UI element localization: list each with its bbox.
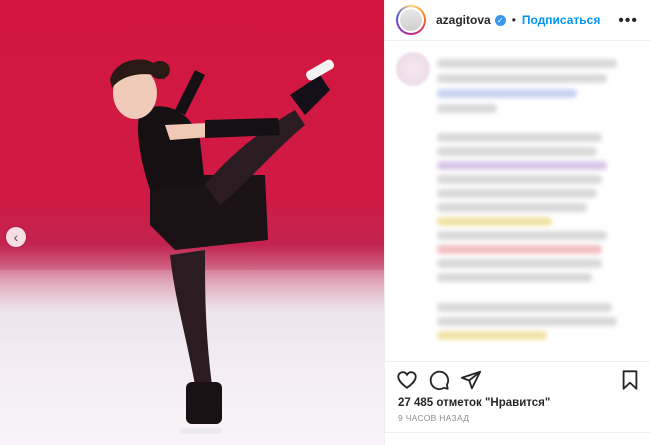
skater-figure xyxy=(110,59,335,434)
post-timestamp[interactable]: 9 ЧАСОВ НАЗАД xyxy=(398,413,469,423)
post-dialog: ‹ azagitova ✓ • Подписаться ••• 27 485 о… xyxy=(0,0,650,445)
likes-count[interactable]: 27 485 отметок "Нравится" xyxy=(398,397,550,409)
blurred-text-line xyxy=(437,147,597,156)
blurred-text-line xyxy=(437,217,552,226)
divider xyxy=(385,432,650,433)
blurred-text-line xyxy=(437,259,602,268)
heart-icon[interactable] xyxy=(396,369,418,391)
follow-button[interactable]: Подписаться xyxy=(522,13,600,27)
paper-plane-icon[interactable] xyxy=(460,369,482,391)
caption-avatar xyxy=(396,52,430,86)
blurred-text-line xyxy=(437,273,592,282)
blurred-text-line xyxy=(437,203,587,212)
blurred-text-line xyxy=(437,317,617,326)
blurred-text-line xyxy=(437,59,617,68)
post-actions-bar xyxy=(385,361,650,402)
avatar-image xyxy=(400,9,422,31)
carousel-prev-button[interactable]: ‹ xyxy=(6,227,26,247)
blurred-text-line xyxy=(437,175,602,184)
avatar-inner-ring xyxy=(398,7,424,33)
separator-dot: • xyxy=(511,13,516,27)
blurred-text-line xyxy=(437,104,497,113)
blurred-text-line xyxy=(437,303,612,312)
avatar[interactable] xyxy=(396,5,426,35)
blurred-text-line xyxy=(437,231,607,240)
post-header: azagitova ✓ • Подписаться ••• xyxy=(385,0,650,41)
blurred-text-line xyxy=(437,331,547,340)
blurred-text-line xyxy=(437,89,577,98)
post-photo[interactable]: ‹ xyxy=(0,0,384,445)
more-options-icon[interactable]: ••• xyxy=(618,12,638,30)
blurred-text-line xyxy=(437,189,597,198)
username-link[interactable]: azagitova xyxy=(436,13,491,27)
blurred-text-line xyxy=(437,74,607,83)
blurred-text-line xyxy=(437,161,607,170)
verified-badge-icon: ✓ xyxy=(494,14,506,26)
bookmark-icon[interactable] xyxy=(619,369,641,391)
blurred-text-line xyxy=(437,245,602,254)
chevron-left-icon: ‹ xyxy=(13,229,19,245)
comment-icon[interactable] xyxy=(428,369,450,391)
caption-area xyxy=(385,41,650,359)
blurred-text-line xyxy=(437,133,602,142)
